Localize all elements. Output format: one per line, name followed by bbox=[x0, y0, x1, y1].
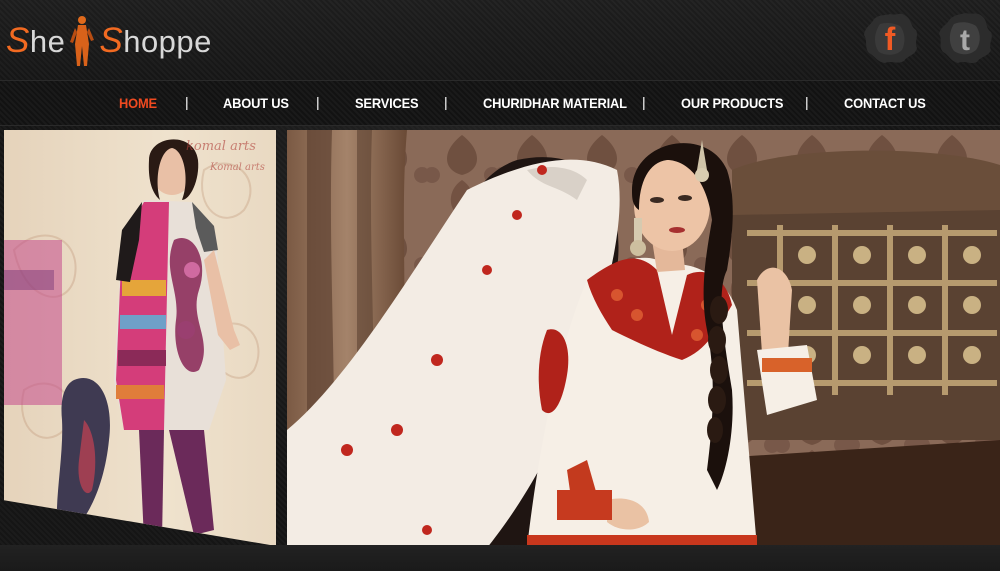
logo-shoppe-initial: S bbox=[99, 21, 124, 60]
logo-she-rest: he bbox=[29, 24, 66, 59]
nav-item-services[interactable]: SERVICES bbox=[355, 95, 419, 111]
svg-text:Komal arts: Komal arts bbox=[209, 162, 265, 173]
slider-main-slide[interactable] bbox=[287, 130, 1000, 548]
nav-item-about-us[interactable]: ABOUT US bbox=[223, 95, 289, 111]
svg-text:f: f bbox=[885, 21, 896, 57]
svg-text:t: t bbox=[960, 24, 970, 57]
nav-separator: | bbox=[444, 94, 448, 110]
model-printed-kurti-image: komal arts Komal arts bbox=[4, 139, 265, 540]
logo-text-she: She bbox=[6, 21, 65, 61]
page: She Shoppe f t HOME | ABOUT US | SERVICE… bbox=[0, 0, 1000, 571]
slider-floor-shadow bbox=[0, 545, 1000, 571]
main-navigation: HOME | ABOUT US | SERVICES | CHURIDHAR M… bbox=[0, 80, 1000, 126]
model-white-anarkali-suit-image bbox=[287, 130, 1000, 548]
facebook-icon[interactable]: f bbox=[860, 10, 920, 66]
twitter-icon[interactable]: t bbox=[935, 10, 995, 66]
site-header: She Shoppe f t bbox=[0, 0, 1000, 80]
site-logo[interactable]: She Shoppe bbox=[6, 14, 212, 68]
svg-text:komal arts: komal arts bbox=[186, 139, 256, 154]
logo-she-initial: S bbox=[6, 21, 30, 60]
nav-separator: | bbox=[642, 94, 646, 110]
nav-item-contact-us[interactable]: CONTACT US bbox=[844, 95, 926, 111]
logo-shoppe-rest: hoppe bbox=[123, 24, 212, 59]
nav-item-churidhar-material[interactable]: CHURIDHAR MATERIAL bbox=[483, 95, 627, 111]
nav-separator: | bbox=[185, 94, 189, 110]
nav-separator: | bbox=[316, 94, 320, 110]
nav-item-home[interactable]: HOME bbox=[119, 95, 157, 111]
nav-separator: | bbox=[805, 94, 809, 110]
nav-item-our-products[interactable]: OUR PRODUCTS bbox=[681, 95, 783, 111]
logo-woman-figure-icon bbox=[70, 16, 95, 66]
slider-previous-slide[interactable]: komal arts Komal arts bbox=[4, 130, 276, 546]
logo-text-shoppe: Shoppe bbox=[99, 21, 212, 61]
